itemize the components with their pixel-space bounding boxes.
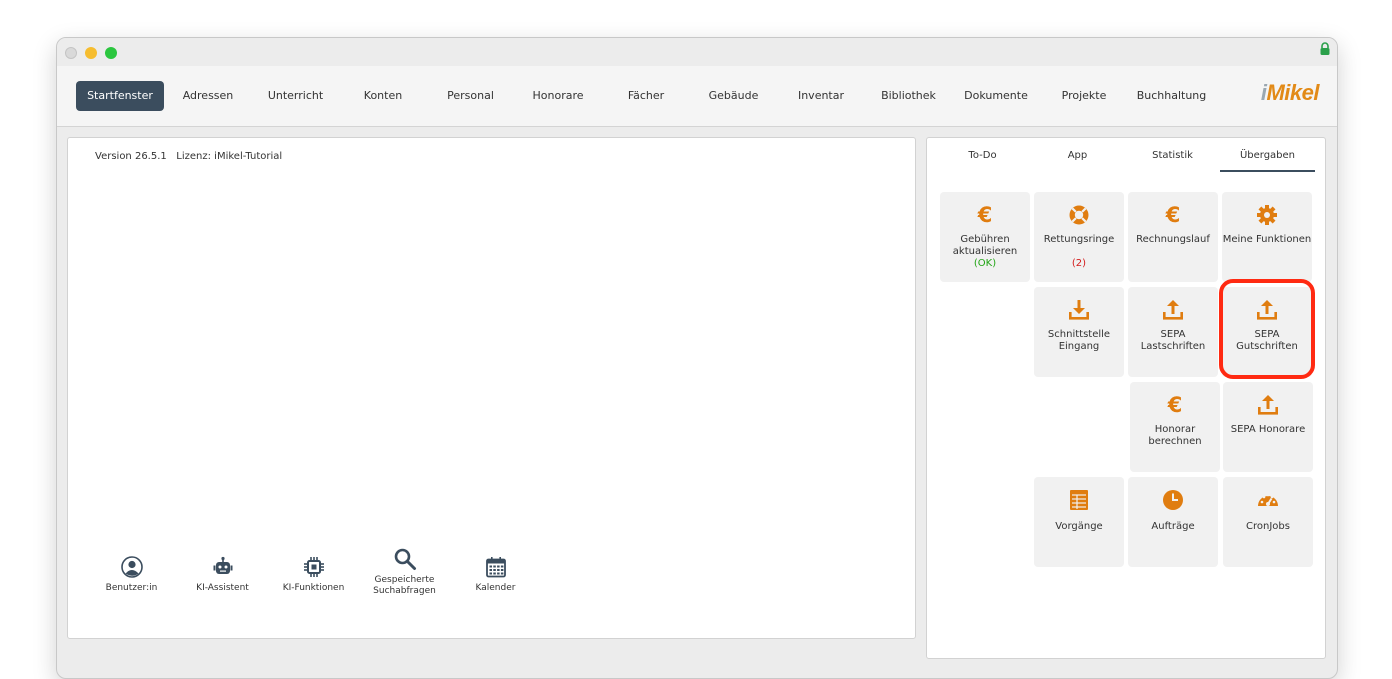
close-window-button[interactable] (65, 47, 77, 59)
tile-label: CronJobs (1246, 521, 1290, 532)
tile-label: SEPA Lastschriften (1140, 329, 1206, 352)
euro-symbol: € (977, 203, 993, 227)
tile-label: Rechnungslauf (1136, 234, 1210, 245)
tab-app[interactable]: App (1030, 150, 1125, 170)
search-icon (393, 547, 417, 571)
tile-label: Schnittstelle Eingang (1047, 329, 1111, 352)
tile-rechnungslauf[interactable]: € Rechnungslauf (1128, 192, 1218, 282)
nav-dokumente[interactable]: Dokumente (952, 81, 1040, 111)
tile-rettungsringe[interactable]: Rettungsringe (2) (1034, 192, 1124, 282)
tile-sepa-lastschriften[interactable]: SEPA Lastschriften (1128, 287, 1218, 377)
tile-label: Honorar berechnen (1148, 424, 1202, 447)
quick-gespeicherte-suchabfragen[interactable]: Gespeicherte Suchabfragen (359, 547, 450, 597)
nav-honorare[interactable]: Honorare (514, 81, 602, 111)
tile-label: Rettungsringe (1043, 234, 1115, 245)
nav-inventar[interactable]: Inventar (777, 81, 865, 111)
quick-label: KI-Funktionen (282, 583, 345, 593)
upload-icon (1223, 394, 1313, 416)
nav-konten[interactable]: Konten (339, 81, 427, 111)
nav-startfenster[interactable]: Startfenster (76, 81, 164, 111)
robot-icon (211, 555, 235, 579)
tile-label: Gebühren aktualisieren (952, 234, 1018, 257)
uebergaben-panel: To-Do App Statistik Übergaben € Gebühren… (926, 137, 1326, 659)
tile-honorar-berechnen[interactable]: € Honorar berechnen (1130, 382, 1220, 472)
nav-buchhaltung[interactable]: Buchhaltung (1128, 81, 1215, 111)
tile-sepa-honorare[interactable]: SEPA Honorare (1223, 382, 1313, 472)
spreadsheet-icon (1034, 489, 1124, 511)
tile-label: SEPA Gutschriften (1236, 329, 1298, 352)
nav-gebaeude[interactable]: Gebäude (690, 81, 777, 111)
nav-faecher[interactable]: Fächer (602, 81, 690, 111)
nav-adressen[interactable]: Adressen (164, 81, 252, 111)
quick-label: Kalender (475, 583, 516, 593)
nav-personal[interactable]: Personal (427, 81, 514, 111)
quick-label: Gespeicherte Suchabfragen (373, 575, 436, 596)
tile-label: SEPA Honorare (1230, 424, 1306, 435)
upload-icon (1222, 299, 1312, 321)
tile-meine-funktionen[interactable]: Meine Funktionen (1222, 192, 1312, 282)
nav-unterricht[interactable]: Unterricht (252, 81, 339, 111)
tile-status: (2) (1071, 258, 1087, 269)
app-window: Startfenster Adressen Unterricht Konten … (56, 37, 1338, 679)
nav-projekte[interactable]: Projekte (1040, 81, 1128, 111)
tile-status: (OK) (973, 258, 997, 269)
main-toolbar: Startfenster Adressen Unterricht Konten … (57, 66, 1337, 127)
panel-tabs: To-Do App Statistik Übergaben (935, 150, 1315, 172)
nav-bibliothek[interactable]: Bibliothek (865, 81, 952, 111)
quick-label: Benutzer:in (105, 583, 158, 593)
euro-symbol: € (1165, 203, 1181, 227)
logo-name: Mikel (1266, 80, 1319, 105)
gauge-icon (1223, 489, 1313, 511)
download-icon (1034, 299, 1124, 321)
title-bar (57, 38, 1337, 66)
version-info: Version 26.5.1 Lizenz: iMikel-Tutorial (95, 151, 283, 162)
clock-icon (1128, 489, 1218, 511)
quick-ki-funktionen[interactable]: KI-Funktionen (268, 555, 359, 597)
tab-todo[interactable]: To-Do (935, 150, 1030, 170)
tile-schnittstelle-eingang[interactable]: Schnittstelle Eingang (1034, 287, 1124, 377)
chip-icon (302, 555, 326, 579)
tile-label: Aufträge (1151, 521, 1195, 532)
imikel-logo: iMikel (1261, 80, 1320, 106)
calendar-icon (484, 555, 508, 579)
euro-symbol: € (1167, 393, 1183, 417)
tile-gebuehren-aktualisieren[interactable]: € Gebühren aktualisieren (OK) (940, 192, 1030, 282)
euro-icon: € (1130, 393, 1220, 417)
tile-vorgaenge[interactable]: Vorgänge (1034, 477, 1124, 567)
upload-icon (1128, 299, 1218, 321)
tab-uebergaben[interactable]: Übergaben (1220, 150, 1315, 172)
gear-icon (1222, 204, 1312, 226)
maximize-window-button[interactable] (105, 47, 117, 59)
quick-benutzer[interactable]: Benutzer:in (86, 555, 177, 597)
quick-actions: Benutzer:in KI-Assistent KI-Funktionen G… (86, 548, 541, 597)
lifebuoy-icon (1034, 204, 1124, 226)
tile-auftraege[interactable]: Aufträge (1128, 477, 1218, 567)
euro-icon: € (940, 203, 1030, 227)
tile-label: Meine Funktionen (1222, 234, 1312, 245)
tab-statistik[interactable]: Statistik (1125, 150, 1220, 170)
quick-ki-assistent[interactable]: KI-Assistent (177, 555, 268, 597)
minimize-window-button[interactable] (85, 47, 97, 59)
start-panel: Version 26.5.1 Lizenz: iMikel-Tutorial B… (67, 137, 916, 639)
user-circle-icon (120, 555, 144, 579)
lock-icon (1320, 42, 1330, 55)
euro-icon: € (1128, 203, 1218, 227)
quick-label: KI-Assistent (196, 583, 249, 593)
tile-cronjobs[interactable]: CronJobs (1223, 477, 1313, 567)
tile-sepa-gutschriften[interactable]: SEPA Gutschriften (1222, 287, 1312, 377)
main-nav: Startfenster Adressen Unterricht Konten … (76, 81, 1215, 111)
tile-label: Vorgänge (1055, 521, 1103, 532)
quick-kalender[interactable]: Kalender (450, 555, 541, 597)
